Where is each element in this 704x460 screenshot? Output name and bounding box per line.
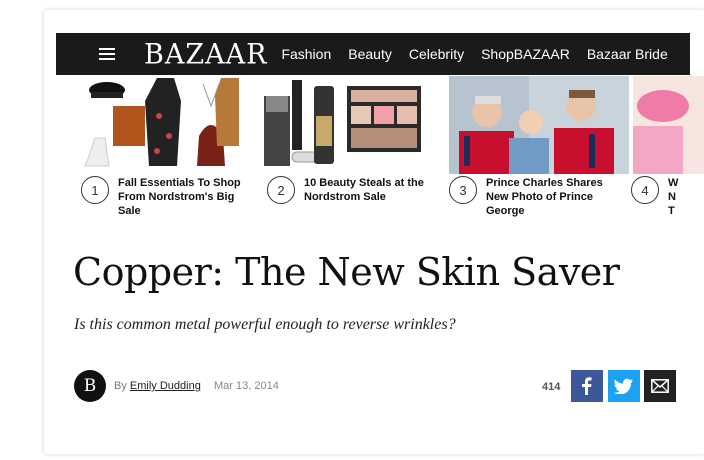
article-byline: B By Emily Dudding Mar 13, 2014 414 <box>74 368 678 404</box>
carousel-caption-text[interactable]: Prince Charles Shares New Photo of Princ… <box>486 176 616 218</box>
carousel-number: 3 <box>449 176 477 204</box>
nav-item-celebrity[interactable]: Celebrity <box>409 46 464 62</box>
carousel-caption-1[interactable]: 1 Fall Essentials To Shop From Nordstrom… <box>81 176 248 218</box>
page-frame: BAZAAR Fashion Beauty Celebrity ShopBAZA… <box>44 10 704 454</box>
carousel-thumb-2[interactable] <box>262 76 422 174</box>
carousel-thumb-3[interactable] <box>449 76 629 174</box>
publish-date: Mar 13, 2014 <box>214 380 279 392</box>
beauty-thumb-image <box>264 80 421 166</box>
twitter-icon <box>614 378 633 394</box>
carousel-caption-text[interactable]: W N T <box>668 176 678 218</box>
email-icon <box>651 379 669 393</box>
carousel-number: 4 <box>631 176 659 204</box>
carousel-thumb-4-image <box>633 76 704 174</box>
article-title: Copper: The New Skin Saver <box>73 250 620 294</box>
carousel-thumb-4[interactable] <box>633 76 704 174</box>
menu-icon[interactable] <box>99 47 119 61</box>
twitter-share-button[interactable] <box>608 370 640 402</box>
nav-menu: Fashion Beauty Celebrity ShopBAZAAR Baza… <box>281 46 684 62</box>
carousel-caption-text[interactable]: Fall Essentials To Shop From Nordstrom's… <box>118 176 248 218</box>
fashion-thumb-image <box>84 78 239 167</box>
share-count: 414 <box>542 381 561 393</box>
facebook-icon <box>582 377 592 395</box>
email-share-button[interactable] <box>644 370 676 402</box>
carousel-number: 1 <box>81 176 109 204</box>
carousel-number: 2 <box>267 176 295 204</box>
nav-item-fashion[interactable]: Fashion <box>281 46 331 62</box>
facebook-share-button[interactable] <box>571 370 603 402</box>
nav-item-shopbazaar[interactable]: ShopBAZAAR <box>481 46 570 62</box>
nav-item-beauty[interactable]: Beauty <box>348 46 392 62</box>
carousel-caption-2[interactable]: 2 10 Beauty Steals at the Nordstrom Sale <box>267 176 434 204</box>
byline-text: By Emily Dudding <box>114 380 201 392</box>
author-link[interactable]: Emily Dudding <box>130 380 201 392</box>
carousel-caption-4[interactable]: 4 W N T <box>631 176 678 218</box>
article-subtitle: Is this common metal powerful enough to … <box>74 316 456 333</box>
trending-carousel: 1 Fall Essentials To Shop From Nordstrom… <box>79 76 704 226</box>
site-logo[interactable]: BAZAAR <box>144 38 267 71</box>
carousel-thumb-1[interactable] <box>79 76 239 174</box>
top-strip <box>44 10 704 32</box>
royal-photo-image <box>449 76 629 174</box>
by-label: By <box>114 380 127 392</box>
site-navbar: BAZAAR Fashion Beauty Celebrity ShopBAZA… <box>56 33 690 75</box>
nav-item-bazaar-bride[interactable]: Bazaar Bride <box>587 46 668 62</box>
carousel-caption-text[interactable]: 10 Beauty Steals at the Nordstrom Sale <box>304 176 434 204</box>
carousel-caption-3[interactable]: 3 Prince Charles Shares New Photo of Pri… <box>449 176 616 218</box>
author-avatar[interactable]: B <box>74 370 106 402</box>
